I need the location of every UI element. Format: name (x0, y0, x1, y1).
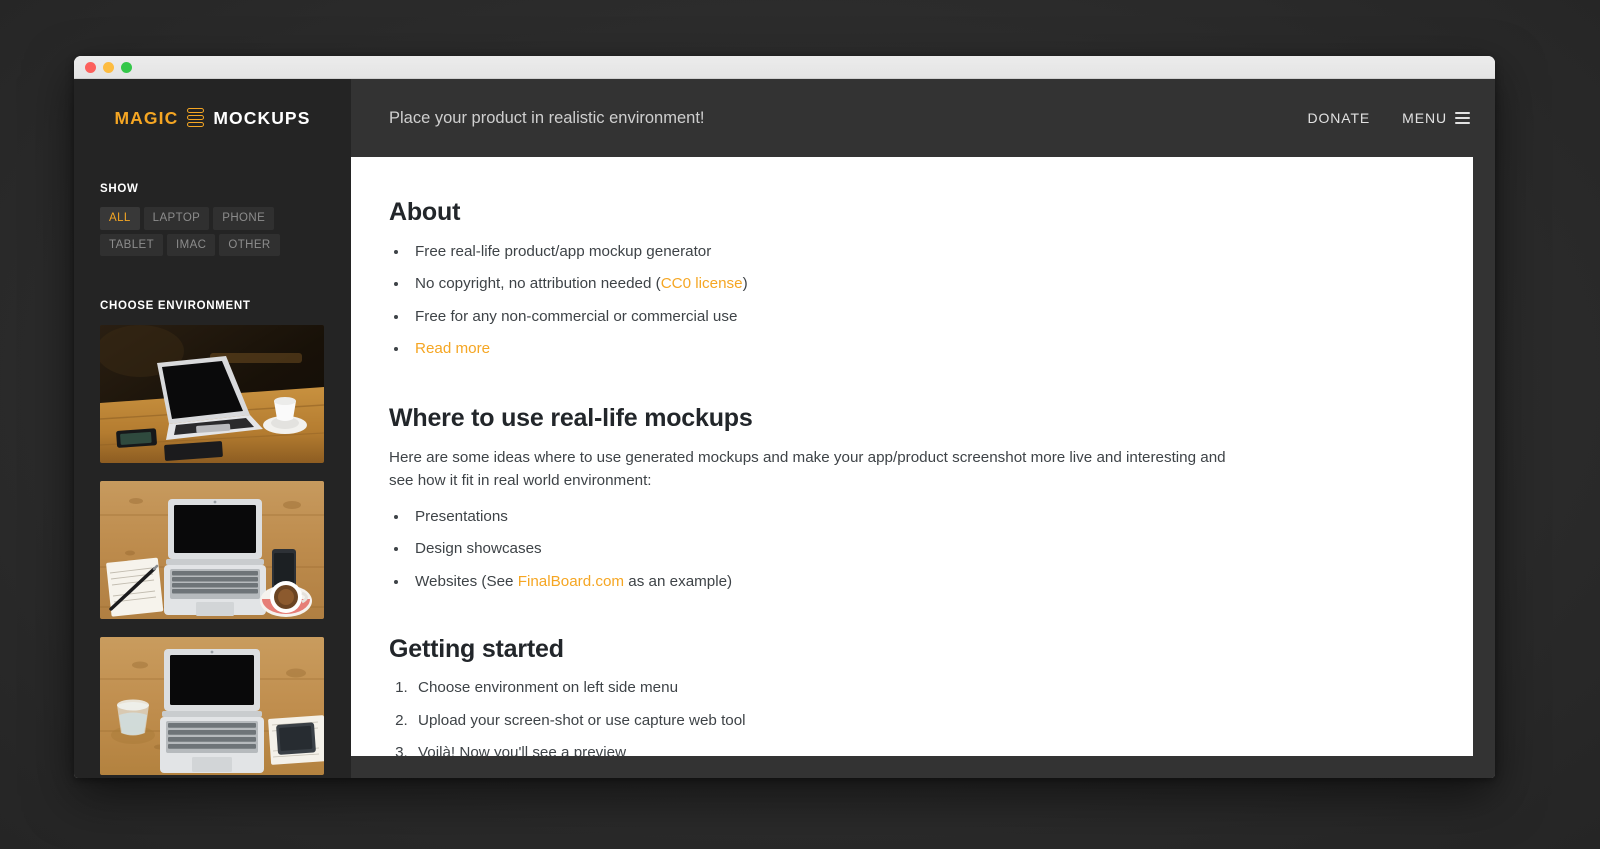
about-item-2-suffix: ) (743, 275, 748, 292)
list-item: No copyright, no attribution needed (CC0… (409, 272, 1413, 296)
donate-link[interactable]: DONATE (1307, 110, 1370, 126)
getting-started-list: Choose environment on left side menu Upl… (412, 676, 1413, 756)
list-item: Voilà! Now you'll see a preview (412, 741, 1413, 756)
list-item: Presentations (409, 505, 1413, 529)
where-item-3-suffix: as an example) (624, 573, 732, 590)
list-item: Websites (See FinalBoard.com as an examp… (409, 570, 1413, 594)
window-body: MAGIC MOCKUPS SHOW ALL LAPTOP PHONE TABL… (74, 79, 1495, 778)
about-item-2-text: No copyright, no attribution needed ( (415, 275, 661, 292)
about-list: Free real-life product/app mockup genera… (409, 240, 1413, 361)
top-header: Place your product in realistic environm… (351, 79, 1495, 157)
about-item-1-text: Free real-life product/app mockup genera… (415, 243, 711, 260)
where-title: Where to use real-life mockups (389, 399, 1413, 438)
where-item-1-text: Presentations (415, 508, 508, 525)
show-heading: SHOW (100, 183, 325, 195)
site-tagline: Place your product in realistic environm… (389, 109, 1307, 128)
filter-laptop[interactable]: LAPTOP (144, 207, 210, 230)
content-card: About Free real-life product/app mockup … (351, 157, 1473, 756)
list-item: Free for any non-commercial or commercia… (409, 305, 1413, 329)
finalboard-link[interactable]: FinalBoard.com (518, 573, 624, 590)
filter-tablet[interactable]: TABLET (100, 234, 163, 257)
logo-word-magic: MAGIC (115, 108, 179, 129)
getting-started-title: Getting started (389, 630, 1413, 669)
laptop-topdown-notebook-image (100, 481, 324, 619)
filter-button-group: ALL LAPTOP PHONE TABLET IMAC OTHER (100, 207, 324, 256)
environment-thumbnail-1[interactable] (100, 325, 324, 463)
list-item: Free real-life product/app mockup genera… (409, 240, 1413, 264)
main-column: Place your product in realistic environm… (351, 79, 1495, 778)
browser-titlebar (74, 56, 1495, 79)
browser-window: MAGIC MOCKUPS SHOW ALL LAPTOP PHONE TABL… (74, 56, 1495, 778)
where-item-3-prefix: Websites (See (415, 573, 518, 590)
list-item: Choose environment on left side menu (412, 676, 1413, 700)
where-item-2-text: Design showcases (415, 540, 542, 557)
choose-environment-heading: CHOOSE ENVIRONMENT (100, 300, 325, 312)
environment-thumbnail-3[interactable] (100, 637, 324, 775)
hamburger-icon (1455, 112, 1470, 124)
filter-other[interactable]: OTHER (219, 234, 279, 257)
environment-thumbnail-2[interactable] (100, 481, 324, 619)
cc0-license-link[interactable]: CC0 license (661, 275, 743, 292)
laptop-cafe-dark-image (100, 325, 324, 463)
list-item: Read more (409, 337, 1413, 361)
laptop-topdown-glass-image (100, 637, 324, 775)
filter-imac[interactable]: IMAC (167, 234, 215, 257)
read-more-link[interactable]: Read more (415, 340, 490, 357)
stacked-layers-icon (187, 108, 204, 129)
minimize-window-button[interactable] (103, 62, 114, 73)
filter-all[interactable]: ALL (100, 207, 140, 230)
menu-label: MENU (1402, 110, 1447, 126)
desktop-backdrop: MAGIC MOCKUPS SHOW ALL LAPTOP PHONE TABL… (0, 0, 1600, 849)
environment-thumbnail-list (74, 325, 351, 775)
top-navigation: DONATE MENU (1307, 110, 1470, 126)
close-window-button[interactable] (85, 62, 96, 73)
where-paragraph: Here are some ideas where to use generat… (389, 446, 1229, 493)
show-filter-section: SHOW ALL LAPTOP PHONE TABLET IMAC OTHER … (74, 183, 351, 312)
sidebar: MAGIC MOCKUPS SHOW ALL LAPTOP PHONE TABL… (74, 79, 351, 778)
where-list: Presentations Design showcases Websites … (409, 505, 1413, 594)
logo-word-mockups: MOCKUPS (213, 108, 310, 129)
filter-phone[interactable]: PHONE (213, 207, 274, 230)
about-item-3-text: Free for any non-commercial or commercia… (415, 308, 737, 325)
about-title: About (389, 193, 1413, 232)
site-logo[interactable]: MAGIC MOCKUPS (74, 79, 351, 157)
list-item: Design showcases (409, 537, 1413, 561)
menu-button[interactable]: MENU (1402, 110, 1470, 126)
list-item: Upload your screen-shot or use capture w… (412, 709, 1413, 733)
maximize-window-button[interactable] (121, 62, 132, 73)
